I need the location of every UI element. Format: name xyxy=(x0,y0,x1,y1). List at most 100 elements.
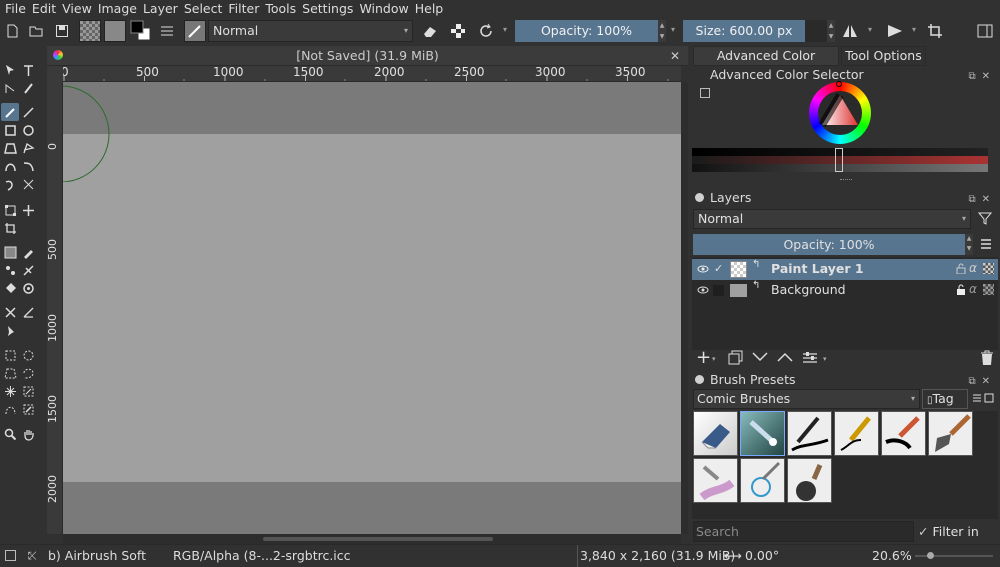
workspace-icon[interactable] xyxy=(975,21,995,41)
polygonal-selection-tool-icon[interactable] xyxy=(1,364,19,382)
menu-window[interactable]: Window xyxy=(356,0,411,17)
layer-opacity-slider[interactable]: Opacity: 100% xyxy=(693,234,965,255)
polyline-tool-icon[interactable] xyxy=(19,139,37,157)
chevron-down-icon[interactable]: ▾ xyxy=(712,355,716,363)
open-folder-icon[interactable] xyxy=(26,21,46,41)
tab-advanced-color-selector[interactable]: Advanced Color Selector xyxy=(693,46,839,81)
size-spinner[interactable]: ▲ ▼ xyxy=(827,20,835,42)
menu-file[interactable]: File xyxy=(0,0,29,17)
multibrush-tool-icon[interactable] xyxy=(19,175,37,193)
brush-preset-pattern[interactable] xyxy=(740,458,785,503)
fg-bg-color-icon[interactable] xyxy=(130,20,152,42)
color-wheel[interactable] xyxy=(809,81,871,144)
tab-tool-options[interactable]: Tool Options xyxy=(841,46,926,66)
polygon-tool-icon[interactable] xyxy=(1,139,19,157)
menu-select[interactable]: Select xyxy=(181,0,226,17)
current-brush-preset-icon[interactable] xyxy=(184,20,206,42)
brush-preset-airbrush[interactable] xyxy=(740,411,785,456)
dynamic-brush-tool-icon[interactable] xyxy=(1,175,19,193)
dock-resize-handle[interactable] xyxy=(840,179,852,181)
new-document-icon[interactable] xyxy=(2,21,22,41)
menu-settings[interactable]: Settings xyxy=(299,0,356,17)
brush-search-input[interactable]: Search xyxy=(693,521,914,542)
menu-help[interactable]: Help xyxy=(412,0,447,17)
transform-tool-icon[interactable] xyxy=(1,201,19,219)
layer-name[interactable]: Background xyxy=(771,282,846,297)
tag-button[interactable]: ▯Tag xyxy=(922,389,968,409)
rotation-icon[interactable]: ⟷ xyxy=(724,545,742,567)
selection-mode-icon[interactable] xyxy=(5,550,16,561)
opacity-slider[interactable]: Opacity: 100% xyxy=(515,20,658,42)
lock-icon[interactable] xyxy=(956,263,966,274)
color-settings-icon[interactable] xyxy=(700,88,710,98)
dock-float-close-icon[interactable]: ⧉✕ xyxy=(968,68,996,86)
visibility-eye-icon[interactable] xyxy=(697,284,709,296)
measure-tool-icon[interactable] xyxy=(19,303,37,321)
brush-preset-g-pen[interactable] xyxy=(834,411,879,456)
view-options-icon[interactable] xyxy=(984,393,994,403)
dock-float-close-icon[interactable]: ⧉✕ xyxy=(968,373,996,391)
ellipse-tool-icon[interactable] xyxy=(19,121,37,139)
crop-wrap-icon[interactable] xyxy=(925,21,945,41)
brush-preset-brush[interactable] xyxy=(928,411,973,456)
vertical-scrollbar[interactable] xyxy=(681,82,688,534)
layer-blend-mode-dropdown[interactable]: Normal ▾ xyxy=(693,209,971,229)
status-zoom[interactable]: 20.6% xyxy=(872,545,912,567)
layer-opacity-spinner[interactable]: ▲ ▼ xyxy=(965,234,973,255)
checkmark-icon[interactable]: ✓ xyxy=(714,262,723,275)
freehand-selection-tool-icon[interactable] xyxy=(19,364,37,382)
color-triangle[interactable] xyxy=(818,91,862,135)
brush-preset-color-blender[interactable] xyxy=(693,458,738,503)
tag-dropdown[interactable]: Comic Brushes ▾ xyxy=(693,389,920,409)
pan-tool-icon[interactable] xyxy=(19,425,37,443)
delete-layer-icon[interactable] xyxy=(980,350,994,366)
size-slider[interactable]: Size: 600.00 px xyxy=(683,20,805,42)
zoom-slider[interactable] xyxy=(915,552,993,559)
crop-tool-icon[interactable] xyxy=(1,219,19,237)
opacity-spinner[interactable]: ▲ ▼ xyxy=(658,20,666,42)
layer-properties-icon[interactable] xyxy=(802,351,818,365)
close-icon[interactable]: ✕ xyxy=(670,46,680,66)
zoom-slider-handle[interactable] xyxy=(927,552,934,559)
bezier-selection-tool-icon[interactable] xyxy=(1,400,19,418)
add-layer-icon[interactable]: + xyxy=(696,349,711,367)
magnetic-selection-tool-icon[interactable] xyxy=(19,400,37,418)
brush-preset-ink-pen[interactable] xyxy=(787,411,832,456)
color-picker-tool-icon[interactable] xyxy=(19,243,37,261)
freehand-brush-tool-icon[interactable] xyxy=(1,103,19,121)
pattern-preset-icon[interactable] xyxy=(104,20,126,42)
menu-tools[interactable]: Tools xyxy=(262,0,299,17)
mirror-vertical-icon[interactable] xyxy=(885,21,905,41)
move-layer-down-icon[interactable] xyxy=(752,352,768,362)
brush-preset-eraser[interactable] xyxy=(693,411,738,456)
move-layer-up-icon[interactable] xyxy=(777,352,793,362)
document-tab[interactable]: [Not Saved] (31.9 MiB) ✕ xyxy=(47,46,688,66)
similar-color-selection-tool-icon[interactable] xyxy=(19,382,37,400)
alpha-inherit-icon[interactable]: α xyxy=(969,261,977,275)
alpha-lock-icon[interactable] xyxy=(983,284,994,295)
fill-tool-icon[interactable] xyxy=(1,279,19,297)
blend-mode-dropdown[interactable]: Normal ▾ xyxy=(208,20,413,42)
menu-image[interactable]: Image xyxy=(95,0,140,17)
move-tool-icon[interactable] xyxy=(19,201,37,219)
dock-float-close-icon[interactable]: ⧉✕ xyxy=(968,191,996,209)
reference-images-tool-icon[interactable] xyxy=(1,321,19,339)
alpha-lock-icon[interactable] xyxy=(448,21,468,41)
checkbox[interactable] xyxy=(713,285,724,296)
brush-preset-texture-stamp[interactable] xyxy=(787,458,832,503)
menu-icon[interactable] xyxy=(972,393,982,403)
visibility-eye-icon[interactable] xyxy=(697,263,709,275)
menu-layer[interactable]: Layer xyxy=(140,0,181,17)
bezier-tool-icon[interactable] xyxy=(1,157,19,175)
contiguous-selection-tool-icon[interactable] xyxy=(1,382,19,400)
menu-edit[interactable]: Edit xyxy=(29,0,59,17)
filter-in-tag-checkbox[interactable]: ✓ Filter in Tag xyxy=(918,521,998,560)
assistant-tool-icon[interactable] xyxy=(1,303,19,321)
pattern-editing-tool-icon[interactable] xyxy=(19,279,37,297)
colorize-mask-tool-icon[interactable] xyxy=(1,261,19,279)
alpha-inherit-icon[interactable]: α xyxy=(969,282,977,296)
duplicate-layer-icon[interactable] xyxy=(728,350,743,365)
filter-icon[interactable] xyxy=(978,211,992,225)
line-tool-icon[interactable] xyxy=(19,103,37,121)
edit-shapes-tool-icon[interactable] xyxy=(1,79,19,97)
